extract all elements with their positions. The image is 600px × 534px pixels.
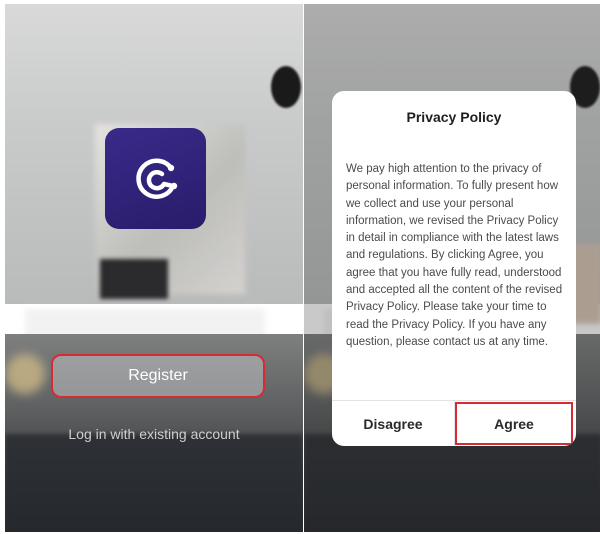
- privacy-policy-screen: Privacy Policy We pay high attention to …: [304, 4, 600, 532]
- login-existing-account-link[interactable]: Log in with existing account: [5, 426, 303, 442]
- agree-button[interactable]: Agree: [455, 402, 573, 445]
- privacy-policy-dialog: Privacy Policy We pay high attention to …: [332, 91, 576, 446]
- disagree-button[interactable]: Disagree: [332, 401, 454, 446]
- dialog-body-text: We pay high attention to the privacy of …: [346, 163, 563, 348]
- room-background: [5, 4, 303, 532]
- app-logo: [105, 128, 206, 229]
- dialog-title: Privacy Policy: [406, 109, 502, 125]
- register-button[interactable]: Register: [51, 354, 265, 398]
- app-logo-c-icon: [135, 157, 177, 199]
- login-screen: Register Log in with existing account: [5, 4, 303, 532]
